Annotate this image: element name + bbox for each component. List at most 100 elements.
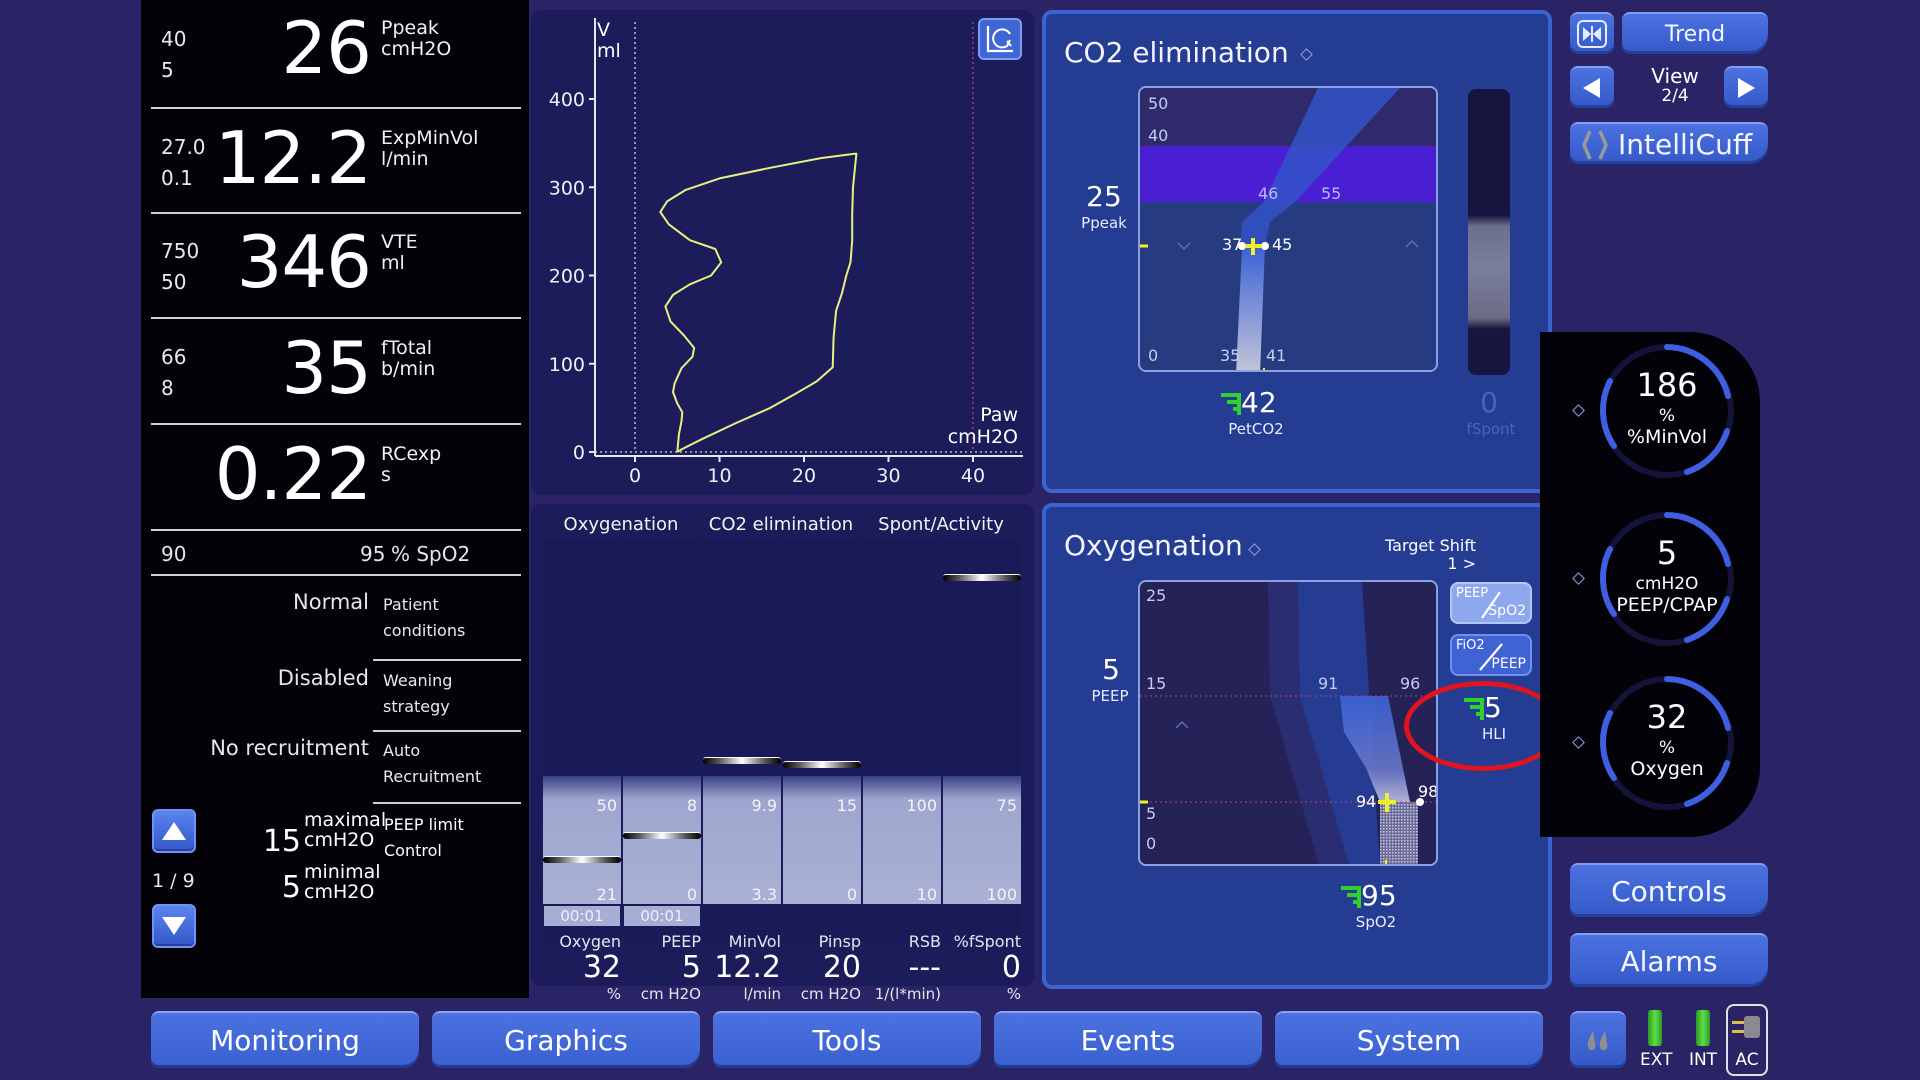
bar-max-label: 100 — [906, 796, 937, 815]
bar-column-peep[interactable]: 8 0 00:01 PEEP 5 cm H2O — [623, 540, 701, 1003]
dial-unit: % — [1658, 406, 1676, 426]
oxy-y-tick: 15 — [1146, 674, 1167, 693]
auto-recruitment-label-2: Recruitment — [383, 767, 482, 786]
monitor-ppeak[interactable]: 40 5 26 Ppeak cmH2O — [151, 0, 521, 106]
peep-min-label: minimal — [304, 861, 381, 883]
trend-button[interactable]: Trend — [1622, 12, 1768, 54]
bar-time-label: 00:01 — [544, 906, 620, 926]
status-auto-recruitment[interactable]: No recruitment Auto Recruitment — [151, 722, 521, 792]
target-shift-label: Target Shift — [1385, 536, 1476, 555]
fspont-value: 0 — [1480, 386, 1498, 419]
divider — [151, 423, 521, 425]
intellicuff-button[interactable]: IntelliCuff — [1570, 122, 1768, 164]
divider — [151, 529, 521, 531]
tab-tools[interactable]: Tools — [713, 1011, 981, 1068]
setting-value: --- — [908, 950, 941, 985]
nebulizer-button[interactable] — [1570, 1011, 1626, 1068]
co2-y-tick: 40 — [1148, 126, 1169, 145]
bar-column-pinsp[interactable]: 15 0 Pinsp 20 cm H2O — [783, 540, 861, 1003]
tab-monitoring[interactable]: Monitoring — [151, 1011, 419, 1068]
fio2-peep-button-bottom: PEEP — [1491, 656, 1526, 672]
spo2-limits-row[interactable]: 90 95 % SpO2 — [151, 532, 521, 572]
dial-value: 5 — [1656, 534, 1678, 572]
bar-max-label: 8 — [686, 796, 697, 815]
ftotal-unit: b/min — [381, 358, 436, 380]
bar-min-label: 0 — [686, 885, 697, 904]
bar-setting-readout: RSB --- 1/(l*min) — [863, 932, 941, 1003]
page-indicator: 1 / 9 — [152, 870, 195, 892]
bar-setting-readout: MinVol 12.2 l/min — [703, 932, 781, 1003]
bar-setting-readout: PEEP 5 cm H2O — [623, 932, 701, 1003]
dial-peepcpap[interactable]: 5 cmH2O PEEP/CPAP — [1592, 504, 1742, 654]
x-tick-label: 20 — [792, 465, 816, 487]
patient-conditions-label-2: conditions — [383, 621, 466, 640]
controls-button[interactable]: Controls — [1570, 863, 1768, 917]
setting-value: 12.2 — [714, 950, 781, 985]
y-tick-label: 0 — [573, 442, 585, 464]
loop-reference-icon — [986, 26, 1013, 53]
tab-system[interactable]: System — [1275, 1011, 1543, 1068]
oxy-y-tick: 25 — [1146, 586, 1167, 605]
fio2-peep-button[interactable]: FiO2 PEEP — [1450, 634, 1532, 676]
intellivent-bars-panel: Oxygenation CO2 elimination Spont/Activi… — [531, 504, 1034, 1003]
battery-ext-icon — [1648, 1010, 1662, 1046]
dial-unit: cmH2O — [1635, 574, 1699, 594]
status-weaning-strategy[interactable]: Disabled Weaning strategy — [151, 652, 521, 722]
monitor-expminvol[interactable]: 27.0 0.1 12.2 ExpMinVol l/min — [151, 110, 521, 214]
peep-spo2-button[interactable]: PEEP SpO2 — [1450, 582, 1532, 624]
freeze-button[interactable] — [1570, 12, 1614, 54]
setting-value: 5 — [681, 950, 701, 985]
page-down-button[interactable] — [152, 904, 196, 948]
bar-min-label: 3.3 — [751, 885, 777, 904]
bar-column-minvol[interactable]: 9.9 3.3 MinVol 12.2 l/min — [703, 540, 781, 1003]
loop-reference-button[interactable] — [978, 18, 1022, 60]
bar-column-rsb[interactable]: 100 10 RSB --- 1/(l*min) — [863, 540, 941, 1003]
ppeak-current-label: Ppeak — [1081, 214, 1127, 232]
divider — [151, 107, 521, 109]
monitor-ftotal[interactable]: 66 8 35 fTotal b/min — [151, 320, 521, 424]
divider — [151, 317, 521, 319]
co2-upper-zone — [1140, 88, 1436, 146]
dial-label: PEEP/CPAP — [1616, 594, 1718, 616]
dial-value: 186 — [1636, 366, 1698, 404]
peep-max-value: 15 — [262, 824, 301, 859]
dial-minvol[interactable]: 186% %MinVol — [1592, 336, 1742, 486]
oxygenation-panel[interactable]: Oxygenation Target Shift 1 > 25 15 5 0 9… — [1042, 503, 1562, 989]
peep-limit-control[interactable]: 15 maximal cmH2O 5 minimal cmH2O PEEP limi… — [141, 806, 529, 916]
bar-setting-readout: Oxygen 32% — [543, 932, 621, 1003]
co2-point-label: 45 — [1272, 235, 1293, 254]
setting-unit: % — [1006, 985, 1021, 1003]
view-label: View — [1651, 64, 1699, 88]
peep-max-unit: cmH2O — [304, 829, 375, 851]
status-patient-conditions[interactable]: Normal Patient conditions — [151, 576, 521, 646]
bar-current-marker — [783, 761, 861, 768]
co2-elimination-panel[interactable]: CO2 elimination 50 40 0 46 55 37 45 35 4… — [1042, 10, 1552, 493]
expminvol-value: 12.2 — [214, 116, 372, 200]
chevron-up-icon — [1405, 239, 1419, 248]
bar-current-marker — [943, 574, 1021, 581]
page-up-button[interactable] — [152, 809, 196, 853]
bar-column-fspont[interactable]: 75 100 %fSpont 0% — [943, 540, 1021, 1003]
petco2-label: PetCO2 — [1228, 420, 1284, 438]
peep-spo2-button-bottom: SpO2 — [1488, 603, 1526, 619]
tab-graphics[interactable]: Graphics — [432, 1011, 700, 1068]
pv-loop-panel: 0 100 200 300 400 0 10 20 30 40 V ml Paw cmH2O — [531, 10, 1034, 495]
view-next-button[interactable] — [1724, 66, 1768, 108]
view-previous-button[interactable] — [1570, 66, 1614, 108]
x-axis-unit: cmH2O — [947, 426, 1018, 448]
dial-oxygen[interactable]: 32% Oxygen — [1592, 668, 1742, 818]
alarms-button[interactable]: Alarms — [1570, 933, 1768, 987]
monitor-rcexp[interactable]: 0.22 RCexp s — [151, 426, 521, 530]
triangle-left-icon — [1583, 78, 1600, 98]
battery-int-icon — [1696, 1010, 1710, 1046]
setting-name: %fSpont — [953, 932, 1021, 951]
dial-label: %MinVol — [1626, 426, 1708, 448]
target-shift[interactable]: Target Shift 1 > — [1336, 537, 1476, 573]
vte-value: 346 — [236, 220, 372, 304]
auto-recruitment-value: No recruitment — [210, 736, 369, 760]
bar-column-oxygen[interactable]: 50 21 00:01 Oxygen 32% — [543, 540, 621, 1003]
rcexp-name: RCexp — [381, 443, 442, 465]
tab-events[interactable]: Events — [994, 1011, 1262, 1068]
monitor-vte[interactable]: 750 50 346 VTE ml — [151, 214, 521, 318]
ftotal-high-limit: 66 — [161, 345, 187, 369]
